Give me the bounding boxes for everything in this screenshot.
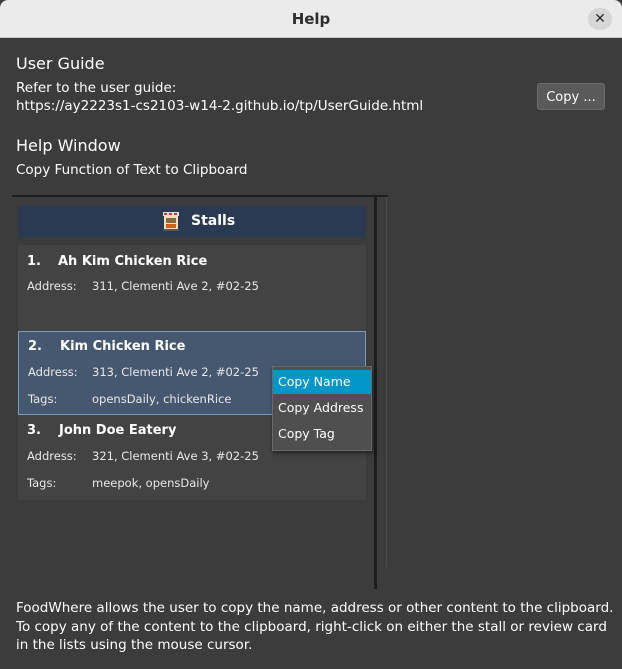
stall-card-1[interactable]: 1. Ah Kim Chicken Rice Address: 311, Cle… <box>18 245 366 327</box>
footer-description: FoodWhere allows the user to copy the na… <box>16 600 614 653</box>
card-index: 3. <box>27 423 41 438</box>
menu-item-copy-address[interactable]: Copy Address <box>273 396 371 420</box>
address-label: Address: <box>27 279 77 293</box>
window-title: Help <box>291 10 331 28</box>
user-guide-heading: User Guide <box>16 54 105 73</box>
tags-label: Tags: <box>28 392 58 406</box>
help-window-subheading: Copy Function of Text to Clipboard <box>16 162 248 178</box>
divider <box>12 195 388 197</box>
tags-label: Tags: <box>27 476 57 490</box>
address-value: 321, Clementi Ave 3, #02-25 <box>92 449 259 463</box>
address-value: 311, Clementi Ave 2, #02-25 <box>92 279 259 293</box>
card-name: Ah Kim Chicken Rice <box>58 254 208 269</box>
stalls-panel-title: Stalls <box>191 213 236 229</box>
title-bar: Help ✕ <box>0 0 622 38</box>
scrollbar-track[interactable] <box>386 197 387 567</box>
user-guide-url: https://ay2223s1-cs2103-w14-2.github.io/… <box>16 98 424 114</box>
stall-icon <box>163 212 179 231</box>
card-index: 1. <box>27 254 41 269</box>
tags-value: opensDaily, chickenRice <box>92 392 232 406</box>
context-menu: Copy Name Copy Address Copy Tag <box>272 366 372 451</box>
panel-divider <box>374 195 377 589</box>
menu-item-copy-name[interactable]: Copy Name <box>273 370 371 394</box>
address-label: Address: <box>27 449 77 463</box>
close-icon[interactable]: ✕ <box>588 8 612 30</box>
copy-url-button[interactable]: Copy ... <box>537 83 605 110</box>
tags-value: meepok, opensDaily <box>92 476 210 490</box>
menu-item-copy-tag[interactable]: Copy Tag <box>273 422 371 446</box>
address-value: 313, Clementi Ave 2, #02-25 <box>92 365 259 379</box>
address-label: Address: <box>28 365 78 379</box>
user-guide-intro: Refer to the user guide: <box>16 80 177 96</box>
stalls-panel-header: Stalls <box>18 206 366 237</box>
card-index: 2. <box>28 339 42 354</box>
help-window-heading: Help Window <box>16 136 121 155</box>
card-name: Kim Chicken Rice <box>60 339 186 354</box>
card-name: John Doe Eatery <box>59 423 177 438</box>
